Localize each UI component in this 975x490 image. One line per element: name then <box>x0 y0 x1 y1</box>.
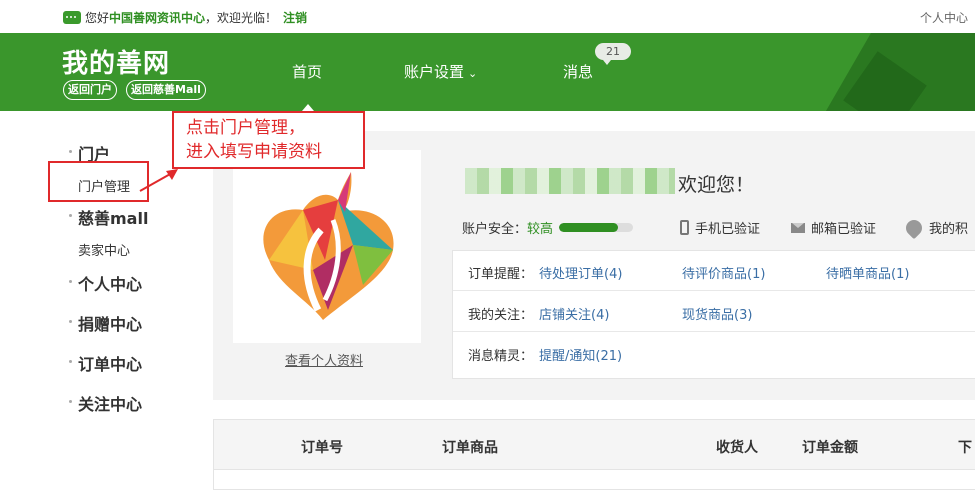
my-points-label: 我的积 <box>929 222 969 237</box>
orders-table-header: 订单号 订单商品 收货人 订单金额 下 <box>214 420 975 470</box>
col-amount: 订单金额 <box>802 440 858 456</box>
nav-home[interactable]: 首页 <box>292 61 322 82</box>
my-points[interactable]: 我的积 <box>902 216 969 239</box>
account-security: 账户安全： 较高 <box>462 218 634 237</box>
security-level: 较高 <box>527 222 554 237</box>
username-blurred <box>465 168 675 194</box>
orders-table: 订单号 订单商品 收货人 订单金额 下 <box>213 419 975 490</box>
logo[interactable]: 我的善网 <box>62 43 170 80</box>
to-review-link[interactable]: 待评价商品(1) <box>682 263 765 282</box>
callout-line-2: 进入填写申请资料 <box>186 142 322 162</box>
sidebar-item-seller-center[interactable]: 卖家中心 <box>78 240 130 259</box>
arrow-icon <box>139 169 178 192</box>
my-follow-label: 我的关注： <box>468 308 534 323</box>
sidebar-follow-center[interactable]: 关注中心 <box>68 391 142 415</box>
nav-account-label: 账户设置 <box>404 63 465 81</box>
site-name[interactable]: 中国善网资讯中心 <box>109 9 205 26</box>
mail-icon <box>791 222 805 233</box>
col-time: 下 <box>958 440 972 456</box>
message-row: 消息精灵： 提醒/通知(21) <box>453 333 975 373</box>
greeting-suffix: ，欢迎光临！ <box>205 11 278 25</box>
sidebar-personal-center[interactable]: 个人中心 <box>68 271 142 295</box>
sidebar-donation-center[interactable]: 捐赠中心 <box>68 311 142 335</box>
security-bar <box>559 223 634 232</box>
sidebar-mall: 慈善mall <box>68 205 148 229</box>
welcome-text: 欢迎您！ <box>678 174 755 196</box>
logout-link[interactable]: 注销 <box>283 9 307 26</box>
top-bar: 您好 中国善网资讯中心 ，欢迎光临！ 注销 个人中心 <box>0 0 975 33</box>
pending-orders-link[interactable]: 待处理订单(4) <box>539 263 622 282</box>
highlight-box-portal-manage <box>48 161 149 202</box>
callout-line-1: 点击门户管理， <box>186 118 305 138</box>
chevron-down-icon: ⌄ <box>468 67 478 80</box>
phone-verified[interactable]: 手机已验证 <box>680 218 760 237</box>
back-portal-button[interactable]: 返回门户 <box>63 80 117 100</box>
heart-icon <box>902 216 926 239</box>
order-reminder-label: 订单提醒： <box>468 267 534 282</box>
col-goods: 订单商品 <box>442 440 498 456</box>
security-label: 账户安全： <box>462 222 528 237</box>
avatar[interactable] <box>233 150 421 343</box>
greeting: 您好 中国善网资讯中心 ，欢迎光临！ 注销 <box>63 9 307 26</box>
header: 我的善网 返回门户 返回慈善Mall 首页 账户设置 ⌄ 消息 21 <box>0 33 975 111</box>
nav-account-settings[interactable]: 账户设置 ⌄ <box>404 61 477 82</box>
message-label: 消息精灵： <box>468 349 534 364</box>
active-nav-pointer <box>302 104 314 111</box>
message-count-badge: 21 <box>595 43 631 65</box>
info-panel: 订单提醒： 待处理订单(4) 待评价商品(1) 待晒单商品(1) 我的关注： 店… <box>452 250 975 379</box>
my-follow-row: 我的关注： 店铺关注(4) 现货商品(3) <box>453 292 975 332</box>
chat-icon <box>63 11 81 24</box>
callout-annotation: 点击门户管理， 进入填写申请资料 <box>172 111 365 169</box>
personal-center-link[interactable]: 个人中心 <box>920 9 968 26</box>
email-verified-label: 邮箱已验证 <box>811 222 877 237</box>
back-mall-button[interactable]: 返回慈善Mall <box>126 80 206 100</box>
email-verified[interactable]: 邮箱已验证 <box>791 218 876 237</box>
greeting-prefix: 您好 <box>85 11 110 25</box>
security-bar-fill <box>559 223 619 232</box>
to-show-link[interactable]: 待晒单商品(1) <box>826 263 909 282</box>
heart-logo-icon <box>263 172 394 320</box>
order-reminder-row: 订单提醒： 待处理订单(4) 待评价商品(1) 待晒单商品(1) <box>453 251 975 291</box>
col-receiver: 收货人 <box>716 440 758 456</box>
sidebar-order-center[interactable]: 订单中心 <box>68 351 142 375</box>
phone-icon <box>680 220 689 235</box>
phone-verified-label: 手机已验证 <box>695 222 761 237</box>
notices-link[interactable]: 提醒/通知(21) <box>539 345 622 364</box>
shop-follow-link[interactable]: 店铺关注(4) <box>539 304 609 323</box>
in-stock-link[interactable]: 现货商品(3) <box>682 304 752 323</box>
nav-messages[interactable]: 消息 <box>563 61 593 82</box>
col-order-no: 订单号 <box>301 440 343 456</box>
view-profile-link[interactable]: 查看个人资料 <box>285 350 363 369</box>
